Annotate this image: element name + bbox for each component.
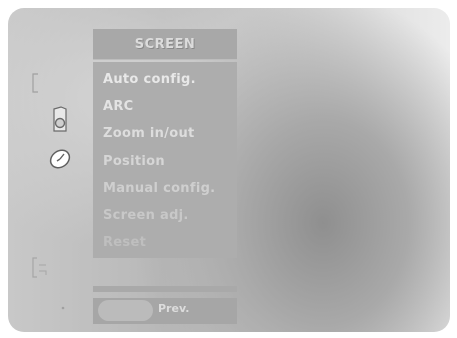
- menu-item-auto-config[interactable]: Auto config.: [103, 72, 196, 87]
- menu-item-reset[interactable]: Reset: [103, 235, 146, 250]
- menu-item-position[interactable]: Position: [103, 154, 165, 169]
- picture-icon[interactable]: [31, 73, 41, 93]
- menu-item-manual-config[interactable]: Manual config.: [103, 181, 215, 196]
- menu-item-zoom-in-out[interactable]: Zoom in/out: [103, 126, 195, 141]
- menu-item-screen-adj[interactable]: Screen adj.: [103, 208, 189, 223]
- menu-panel: Auto config. ARC Zoom in/out Position Ma…: [93, 62, 237, 258]
- prev-button[interactable]: [98, 300, 153, 321]
- clock-icon[interactable]: [48, 147, 74, 171]
- speaker-icon[interactable]: [51, 106, 69, 134]
- menu-item-arc[interactable]: ARC: [103, 99, 134, 114]
- osd-screen: SCREEN Auto config. ARC Zoom in/out Posi…: [8, 8, 450, 332]
- prev-label: Prev.: [158, 302, 190, 315]
- input-icon[interactable]: [31, 256, 51, 280]
- menu-title: SCREEN: [93, 29, 237, 60]
- dot-icon: [61, 306, 65, 310]
- menu-divider: [93, 286, 237, 292]
